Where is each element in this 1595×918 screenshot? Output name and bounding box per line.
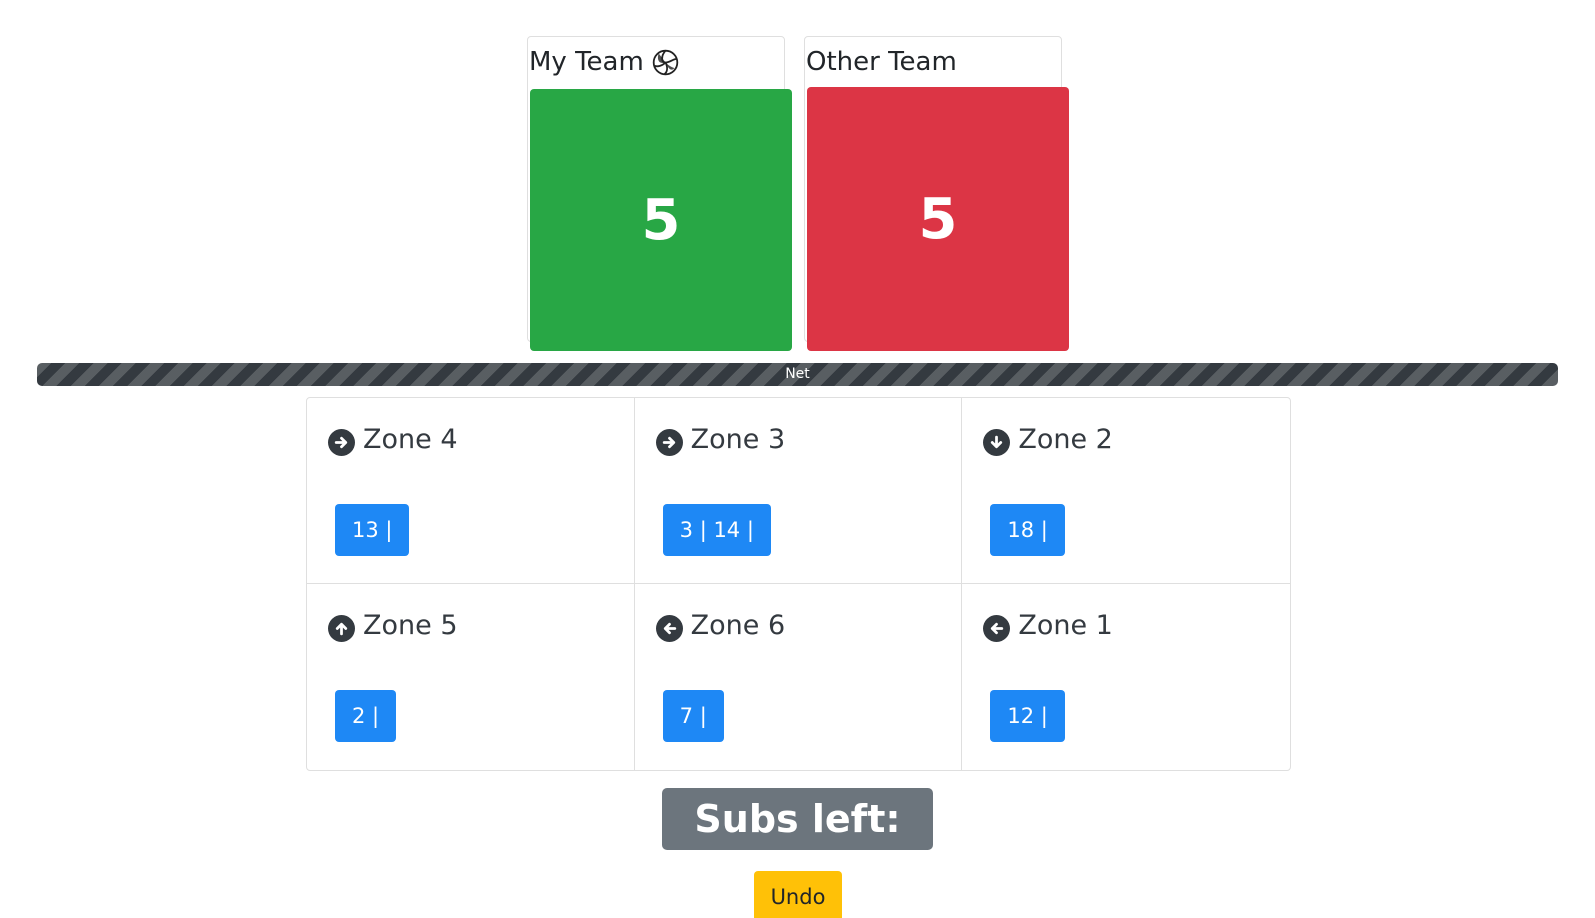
zone-label: Zone 6	[690, 610, 786, 641]
zone-title: Zone 1	[983, 610, 1113, 642]
zone-title: Zone 2	[983, 424, 1113, 456]
other-team-card: Other Team 5	[804, 36, 1069, 351]
zone-label: Zone 1	[1018, 610, 1113, 641]
zone-label: Zone 3	[690, 424, 786, 455]
player-button[interactable]: 12 |	[990, 690, 1065, 742]
zone-title: Zone 5	[328, 610, 458, 642]
player-button[interactable]: 18 |	[990, 504, 1065, 556]
net-label: Net	[785, 366, 810, 382]
arrow-right-icon	[655, 428, 683, 456]
zone-5-cell: Zone 5 2 |	[307, 584, 635, 770]
arrow-left-icon	[983, 614, 1011, 642]
arrow-right-icon	[328, 428, 355, 456]
net-bar: Net	[37, 363, 1558, 386]
arrow-up-icon	[328, 614, 355, 642]
zone-3-cell: Zone 3 3 | 14 |	[634, 398, 963, 584]
arrow-left-icon	[655, 614, 683, 642]
my-team-header: My Team	[529, 40, 679, 84]
zone-6-cell: Zone 6 7 |	[635, 584, 963, 770]
zone-1-cell: Zone 1 12 |	[962, 584, 1290, 770]
subs-left-badge: Subs left: 11	[662, 788, 933, 903]
zone-2-cell: Zone 2 18 |	[962, 398, 1290, 584]
player-button[interactable]: 3 | 14 |	[662, 504, 771, 556]
player-button[interactable]: 13 |	[335, 504, 410, 556]
other-team-name: Other Team	[806, 47, 957, 77]
zone-title: Zone 6	[655, 610, 786, 642]
zone-title: Zone 4	[328, 424, 458, 456]
my-team-score: 5	[641, 187, 681, 253]
zone-label: Zone 4	[363, 424, 458, 455]
other-team-score-button[interactable]: 5	[807, 87, 1069, 351]
my-team-card: My Team 5	[527, 36, 792, 351]
other-team-header: Other Team	[806, 40, 957, 84]
my-team-name: My Team	[529, 47, 644, 77]
undo-button[interactable]: Undo	[754, 871, 842, 918]
zone-title: Zone 3	[655, 424, 786, 456]
volleyball-icon	[652, 49, 679, 75]
my-team-score-button[interactable]: 5	[530, 89, 792, 351]
court-grid: Zone 4 13 | Zone 3 3 | 14 | Zone 2 18 | …	[306, 397, 1291, 771]
zone-4-cell: Zone 4 13 |	[307, 398, 635, 584]
arrow-down-icon	[983, 428, 1011, 456]
other-team-score: 5	[918, 186, 958, 252]
player-button[interactable]: 7 |	[662, 690, 724, 742]
zone-label: Zone 2	[1018, 424, 1113, 455]
zone-label: Zone 5	[363, 610, 458, 641]
player-button[interactable]: 2 |	[335, 690, 397, 742]
